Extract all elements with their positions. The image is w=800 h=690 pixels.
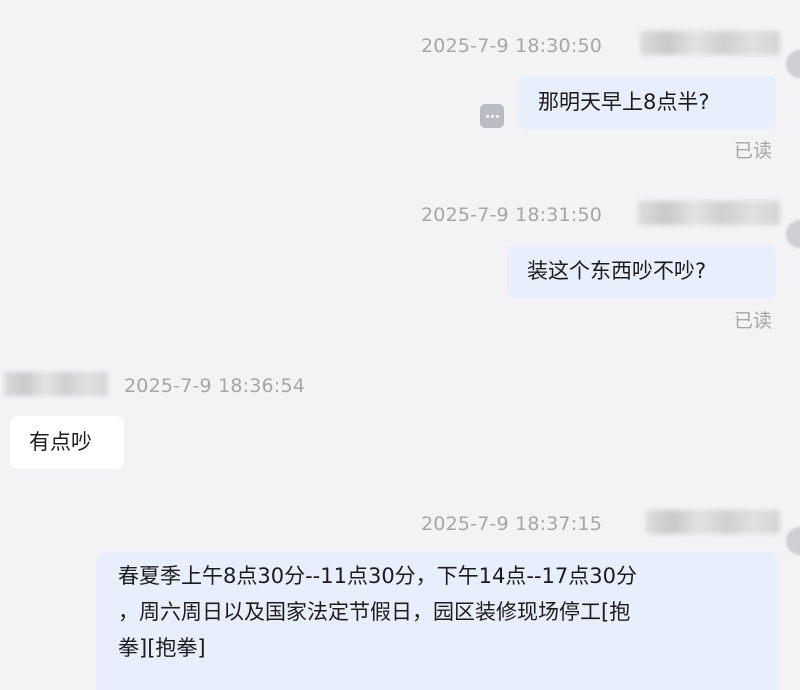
message-text: 装这个东西吵不吵? — [527, 259, 707, 283]
more-options-button[interactable] — [480, 104, 504, 128]
avatar[interactable] — [786, 50, 800, 78]
message-bubble[interactable]: 那明天早上8点半? — [518, 76, 776, 129]
sender-name-redacted — [638, 201, 780, 225]
message-bubble[interactable]: 装这个东西吵不吵? — [507, 245, 776, 298]
sender-name-redacted — [640, 31, 780, 55]
message-timestamp: 2025-7-9 18:31:50 — [421, 204, 603, 226]
message-timestamp: 2025-7-9 18:36:54 — [124, 375, 306, 397]
avatar[interactable] — [786, 220, 800, 248]
avatar[interactable] — [786, 527, 800, 555]
message-timestamp: 2025-7-9 18:30:50 — [421, 35, 603, 57]
message-text: 那明天早上8点半? — [538, 90, 710, 114]
message-bubble[interactable]: 有点吵 — [10, 416, 124, 469]
message-text: 有点吵 — [29, 430, 92, 454]
message-text-line: 拳][抱拳] — [118, 636, 206, 660]
sender-name-redacted — [4, 372, 108, 396]
message-text-line: ，周六周日以及国家法定节假日，园区装修现场停工[抱 — [118, 600, 631, 624]
message-bubble[interactable]: 春夏季上午8点30分--11点30分，下午14点--17点30分 ，周六周日以及… — [96, 552, 778, 690]
message-text-line: 春夏季上午8点30分--11点30分，下午14点--17点30分 — [118, 564, 638, 588]
ellipsis-icon — [485, 114, 489, 118]
read-status: 已读 — [734, 310, 773, 332]
sender-name-redacted — [646, 510, 780, 534]
message-timestamp: 2025-7-9 18:37:15 — [421, 513, 603, 535]
read-status: 已读 — [734, 140, 773, 162]
